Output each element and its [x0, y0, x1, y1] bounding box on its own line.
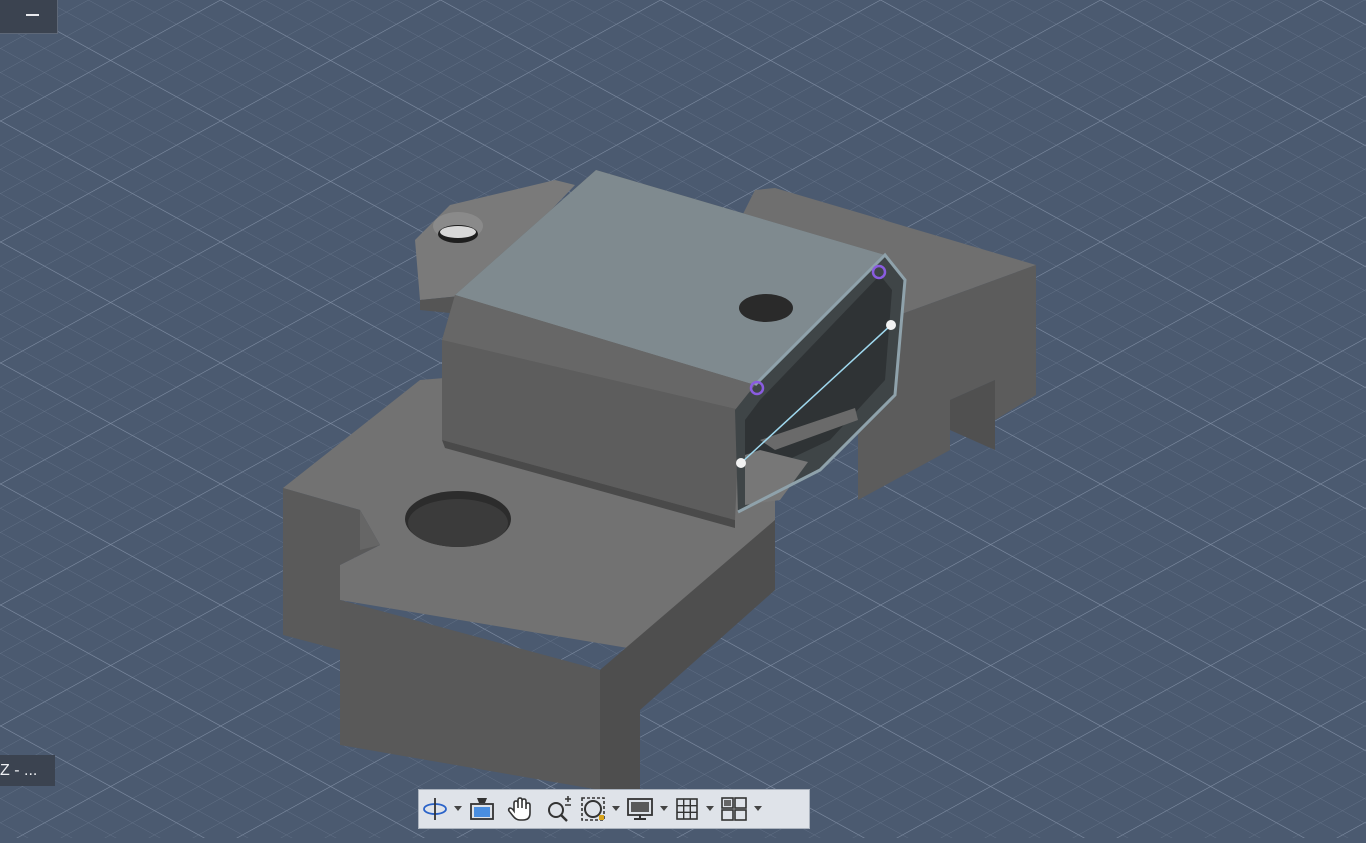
viewports-dropdown[interactable] [751, 790, 765, 828]
display-settings-button[interactable] [623, 790, 657, 828]
orbit-icon [423, 798, 447, 820]
chevron-down-icon [454, 806, 462, 811]
look-at-icon [470, 798, 494, 820]
housing-top-hole [739, 294, 793, 322]
zoom-icon [548, 796, 571, 822]
model-scene[interactable] [0, 0, 1366, 838]
orbit-dropdown[interactable] [451, 790, 465, 828]
minimize-button[interactable] [0, 0, 58, 34]
fit-window-icon [581, 797, 605, 821]
fit-dropdown[interactable] [609, 790, 623, 828]
3d-viewport[interactable] [0, 0, 1366, 838]
chevron-down-icon [706, 806, 714, 811]
grid-snaps-button[interactable] [671, 790, 703, 828]
minus-icon [26, 14, 39, 16]
chevron-down-icon [754, 806, 762, 811]
orbit-button[interactable] [419, 790, 451, 828]
zoom-button[interactable] [541, 790, 577, 828]
axis-endpoint-bottom[interactable] [736, 458, 746, 468]
axis-endpoint-top[interactable] [886, 320, 896, 330]
pan-hand-icon [507, 797, 531, 821]
viewports-icon [721, 797, 747, 821]
navigation-bar [418, 789, 810, 829]
display-icon [627, 798, 653, 820]
grid-icon [676, 798, 698, 820]
chevron-down-icon [660, 806, 668, 811]
display-dropdown[interactable] [657, 790, 671, 828]
look-at-button[interactable] [465, 790, 499, 828]
fit-button[interactable] [577, 790, 609, 828]
chevron-down-icon [612, 806, 620, 811]
view-label[interactable]: Z - ... [0, 755, 55, 786]
pan-button[interactable] [499, 790, 541, 828]
viewports-button[interactable] [717, 790, 751, 828]
grid-dropdown[interactable] [703, 790, 717, 828]
